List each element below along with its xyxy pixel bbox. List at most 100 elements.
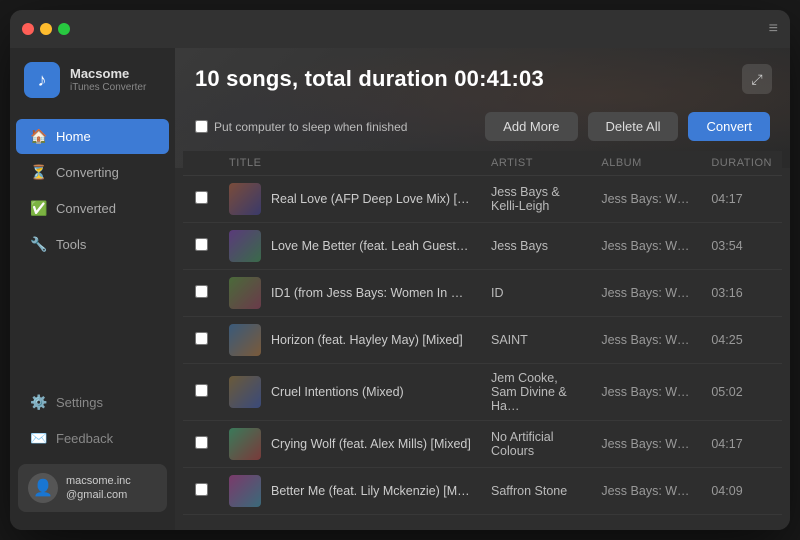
col-duration-header: DURATION [701, 151, 782, 176]
album-thumbnail [229, 324, 261, 356]
row-checkbox[interactable] [195, 238, 208, 251]
menu-icon[interactable]: ≡ [769, 20, 778, 38]
brand-text: Macsome iTunes Converter [70, 66, 146, 94]
row-album: Jess Bays: Wom… [591, 364, 701, 421]
table-body: Real Love (AFP Deep Love Mix) [Mixed] Je… [183, 176, 782, 515]
song-table-container[interactable]: TITLE ARTIST ALBUM DURATION [183, 151, 782, 522]
minimize-button[interactable] [40, 23, 52, 35]
album-thumbnail [229, 230, 261, 262]
main-content: ♪ Macsome iTunes Converter 🏠 Home ⏳ Conv… [10, 48, 790, 530]
row-album: Jess Bays: Wom… [591, 421, 701, 468]
row-check-cell [183, 468, 219, 515]
row-title-cell: Crying Wolf (feat. Alex Mills) [Mixed] [219, 421, 481, 468]
row-checkbox[interactable] [195, 436, 208, 449]
row-check-cell [183, 421, 219, 468]
maximize-button[interactable] [58, 23, 70, 35]
sidebar-bottom: ⚙️ Settings ✉️ Feedback 👤 macsome.inc @g… [10, 376, 175, 530]
sidebar-item-settings-label: Settings [56, 395, 103, 410]
album-thumbnail [229, 183, 261, 215]
brand: ♪ Macsome iTunes Converter [10, 48, 175, 114]
album-thumbnail [229, 475, 261, 507]
sidebar-item-tools[interactable]: 🔧 Tools [16, 227, 169, 262]
converted-icon: ✅ [30, 200, 46, 217]
row-check-cell [183, 317, 219, 364]
row-album: Jess Bays: Wom… [591, 270, 701, 317]
row-album: Jess Bays: Wom… [591, 317, 701, 364]
convert-button[interactable]: Convert [688, 112, 770, 141]
row-title-cell: Horizon (feat. Hayley May) [Mixed] [219, 317, 481, 364]
brand-icon: ♪ [24, 62, 60, 98]
sidebar-item-home[interactable]: 🏠 Home [16, 119, 169, 154]
settings-icon: ⚙️ [30, 394, 46, 411]
col-check [183, 151, 219, 176]
table-row[interactable]: Real Love (AFP Deep Love Mix) [Mixed] Je… [183, 176, 782, 223]
table-row[interactable]: Love Me Better (feat. Leah Guest) [Dub M… [183, 223, 782, 270]
row-duration: 03:54 [701, 223, 782, 270]
row-artist: SAINT [481, 317, 591, 364]
table-row[interactable]: ID1 (from Jess Bays: Women In Good Co… I… [183, 270, 782, 317]
row-duration: 04:17 [701, 421, 782, 468]
row-artist: Jem Cooke, Sam Divine & Ha… [481, 364, 591, 421]
row-checkbox[interactable] [195, 332, 208, 345]
row-title-cell: Love Me Better (feat. Leah Guest) [Dub M… [219, 223, 481, 270]
row-artist: No Artificial Colours [481, 421, 591, 468]
sidebar-nav: 🏠 Home ⏳ Converting ✅ Converted 🔧 Tools [10, 114, 175, 376]
row-artist: Jess Bays [481, 223, 591, 270]
row-album: Jess Bays: Wom… [591, 468, 701, 515]
sidebar-item-feedback[interactable]: ✉️ Feedback [16, 421, 169, 456]
sleep-checkbox-input[interactable] [195, 120, 208, 133]
table-row[interactable]: Better Me (feat. Lily Mckenzie) [Mixed] … [183, 468, 782, 515]
table-row[interactable]: Crying Wolf (feat. Alex Mills) [Mixed] N… [183, 421, 782, 468]
brand-subtitle: iTunes Converter [70, 82, 146, 94]
title-bar: ≡ [10, 10, 790, 48]
avatar: 👤 [28, 473, 58, 503]
table-header: TITLE ARTIST ALBUM DURATION [183, 151, 782, 176]
row-title: ID1 (from Jess Bays: Women In Good Co… [271, 286, 471, 300]
col-artist-header: ARTIST [481, 151, 591, 176]
row-check-cell [183, 176, 219, 223]
row-duration: 05:02 [701, 364, 782, 421]
row-duration: 03:16 [701, 270, 782, 317]
row-title: Better Me (feat. Lily Mckenzie) [Mixed] [271, 484, 471, 498]
sleep-checkbox[interactable]: Put computer to sleep when finished [195, 120, 475, 134]
user-card[interactable]: 👤 macsome.inc @gmail.com [18, 464, 167, 512]
row-check-cell [183, 364, 219, 421]
main-panel: ⤢ 10 songs, total duration 00:41:03 Put … [175, 48, 790, 530]
panel-title: 10 songs, total duration 00:41:03 [195, 66, 770, 92]
row-checkbox[interactable] [195, 191, 208, 204]
row-duration: 04:09 [701, 468, 782, 515]
expand-button[interactable]: ⤢ [742, 64, 772, 94]
sidebar-item-converted[interactable]: ✅ Converted [16, 191, 169, 226]
row-album: Jess Bays: Wom… [591, 223, 701, 270]
row-album: Jess Bays: Wom… [591, 176, 701, 223]
row-checkbox[interactable] [195, 384, 208, 397]
feedback-icon: ✉️ [30, 430, 46, 447]
close-button[interactable] [22, 23, 34, 35]
row-title: Real Love (AFP Deep Love Mix) [Mixed] [271, 192, 471, 206]
row-title-cell: Better Me (feat. Lily Mckenzie) [Mixed] [219, 468, 481, 515]
sidebar-item-tools-label: Tools [56, 237, 86, 252]
sidebar-item-settings[interactable]: ⚙️ Settings [16, 385, 169, 420]
table-row[interactable]: Cruel Intentions (Mixed) Jem Cooke, Sam … [183, 364, 782, 421]
row-title: Crying Wolf (feat. Alex Mills) [Mixed] [271, 437, 471, 451]
row-artist: ID [481, 270, 591, 317]
row-title: Love Me Better (feat. Leah Guest) [Dub M… [271, 239, 471, 253]
row-duration: 04:25 [701, 317, 782, 364]
user-email: macsome.inc @gmail.com [66, 474, 131, 503]
add-more-button[interactable]: Add More [485, 112, 577, 141]
row-checkbox[interactable] [195, 285, 208, 298]
row-title-cell: ID1 (from Jess Bays: Women In Good Co… [219, 270, 481, 317]
panel-controls: Put computer to sleep when finished Add … [175, 104, 790, 151]
row-title-cell: Real Love (AFP Deep Love Mix) [Mixed] [219, 176, 481, 223]
row-check-cell [183, 270, 219, 317]
delete-all-button[interactable]: Delete All [588, 112, 679, 141]
sidebar: ♪ Macsome iTunes Converter 🏠 Home ⏳ Conv… [10, 48, 175, 530]
row-checkbox[interactable] [195, 483, 208, 496]
sidebar-item-converting[interactable]: ⏳ Converting [16, 155, 169, 190]
traffic-lights [22, 23, 70, 35]
table-row[interactable]: Horizon (feat. Hayley May) [Mixed] SAINT… [183, 317, 782, 364]
sidebar-item-converting-label: Converting [56, 165, 119, 180]
album-thumbnail [229, 277, 261, 309]
sidebar-item-converted-label: Converted [56, 201, 116, 216]
sleep-label: Put computer to sleep when finished [214, 120, 407, 134]
